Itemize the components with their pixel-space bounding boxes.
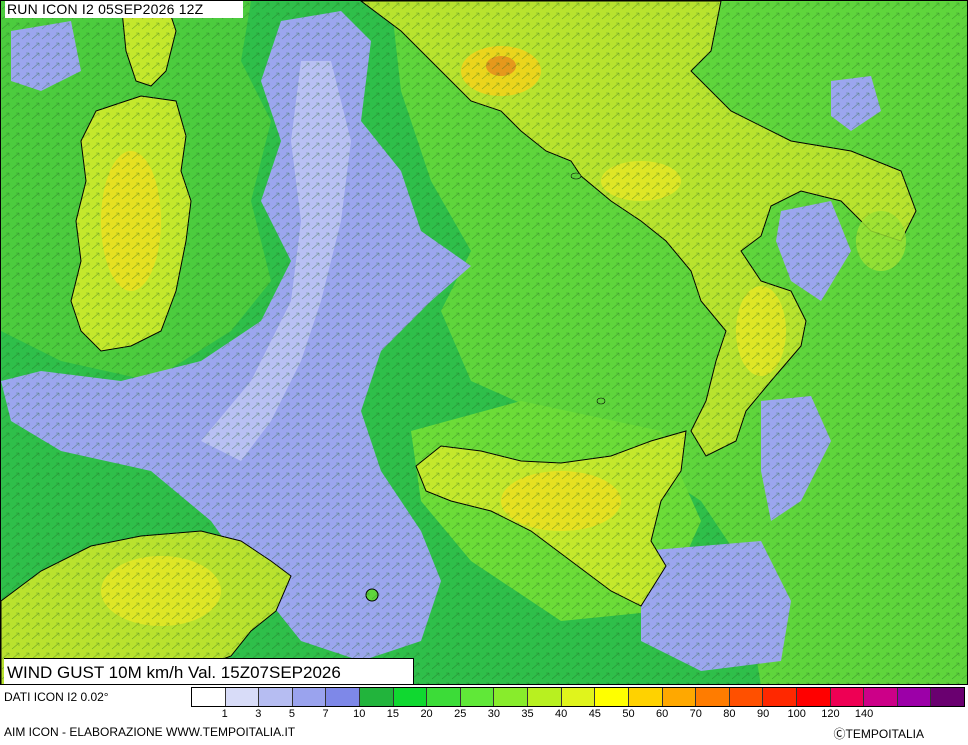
map-canvas xyxy=(1,1,967,684)
legend-swatch xyxy=(595,688,629,706)
footer: DATI ICON I2 0.02° 1 3 5 7 10 15 20 25 30 35 40 45 5… xyxy=(0,685,968,745)
legend-swatch xyxy=(830,688,865,706)
legend-tick: 5 xyxy=(288,708,296,720)
legend-swatch xyxy=(192,688,226,706)
legend-tick: 35 xyxy=(521,708,534,720)
legend-tick: 25 xyxy=(454,708,467,720)
legend-swatch xyxy=(225,688,260,706)
wind-gust-map: RUN ICON I2 05SEP2026 12Z WIND GUST 10M … xyxy=(0,0,968,685)
legend-swatch xyxy=(561,688,596,706)
legend-tick: 3 xyxy=(255,708,262,720)
legend-swatch xyxy=(460,688,495,706)
wind-arrows xyxy=(1,1,967,684)
run-label: RUN ICON I2 05SEP2026 12Z xyxy=(5,1,244,18)
legend-swatch xyxy=(662,688,697,706)
legend-tick: 50 xyxy=(622,708,635,720)
legend-tick: 20 xyxy=(420,708,433,720)
legend-swatch xyxy=(259,688,293,706)
legend-swatch xyxy=(931,688,965,706)
color-scale xyxy=(191,687,965,707)
map-title: WIND GUST 10M km/h Val. 15Z07SEP2026 xyxy=(4,658,414,684)
legend-tick: 45 xyxy=(588,708,601,720)
legend-swatch xyxy=(796,688,831,706)
legend-tick: 140 xyxy=(854,708,874,720)
legend-tick: 100 xyxy=(787,708,806,720)
legend-swatch xyxy=(528,688,562,706)
legend-tick: 30 xyxy=(487,708,500,720)
legend-tick: 70 xyxy=(689,708,702,720)
legend-swatch xyxy=(326,688,361,706)
legend-tick: 10 xyxy=(353,708,366,720)
legend-swatch xyxy=(729,688,764,706)
legend-tick: 40 xyxy=(555,708,568,720)
legend-tick: 15 xyxy=(386,708,400,720)
legend-tick: 90 xyxy=(756,708,770,720)
color-scale-ticks: 1 3 5 7 10 15 20 25 30 35 40 45 50 60 70 80 90 100 120 140 xyxy=(191,708,965,722)
legend-swatch xyxy=(427,688,461,706)
legend-swatch xyxy=(494,688,529,706)
legend-tick: 1 xyxy=(221,708,228,720)
legend-swatch xyxy=(696,688,730,706)
legend-tick: 60 xyxy=(656,708,669,720)
elaboration-credit: AIM ICON - ELABORAZIONE WWW.TEMPOITALIA.… xyxy=(4,725,296,739)
legend-tick: 120 xyxy=(821,708,840,720)
legend-swatch xyxy=(897,688,932,706)
legend-swatch xyxy=(628,688,663,706)
legend-swatch xyxy=(763,688,797,706)
legend-swatch xyxy=(360,688,394,706)
copyright-label: ⒸTEMPOITALIA xyxy=(833,727,924,741)
legend-swatch xyxy=(864,688,898,706)
data-source-label: DATI ICON I2 0.02° xyxy=(4,690,109,704)
legend-tick: 80 xyxy=(723,708,736,720)
legend-swatch xyxy=(393,688,428,706)
legend-tick: 7 xyxy=(322,708,329,720)
legend-swatch xyxy=(292,688,327,706)
